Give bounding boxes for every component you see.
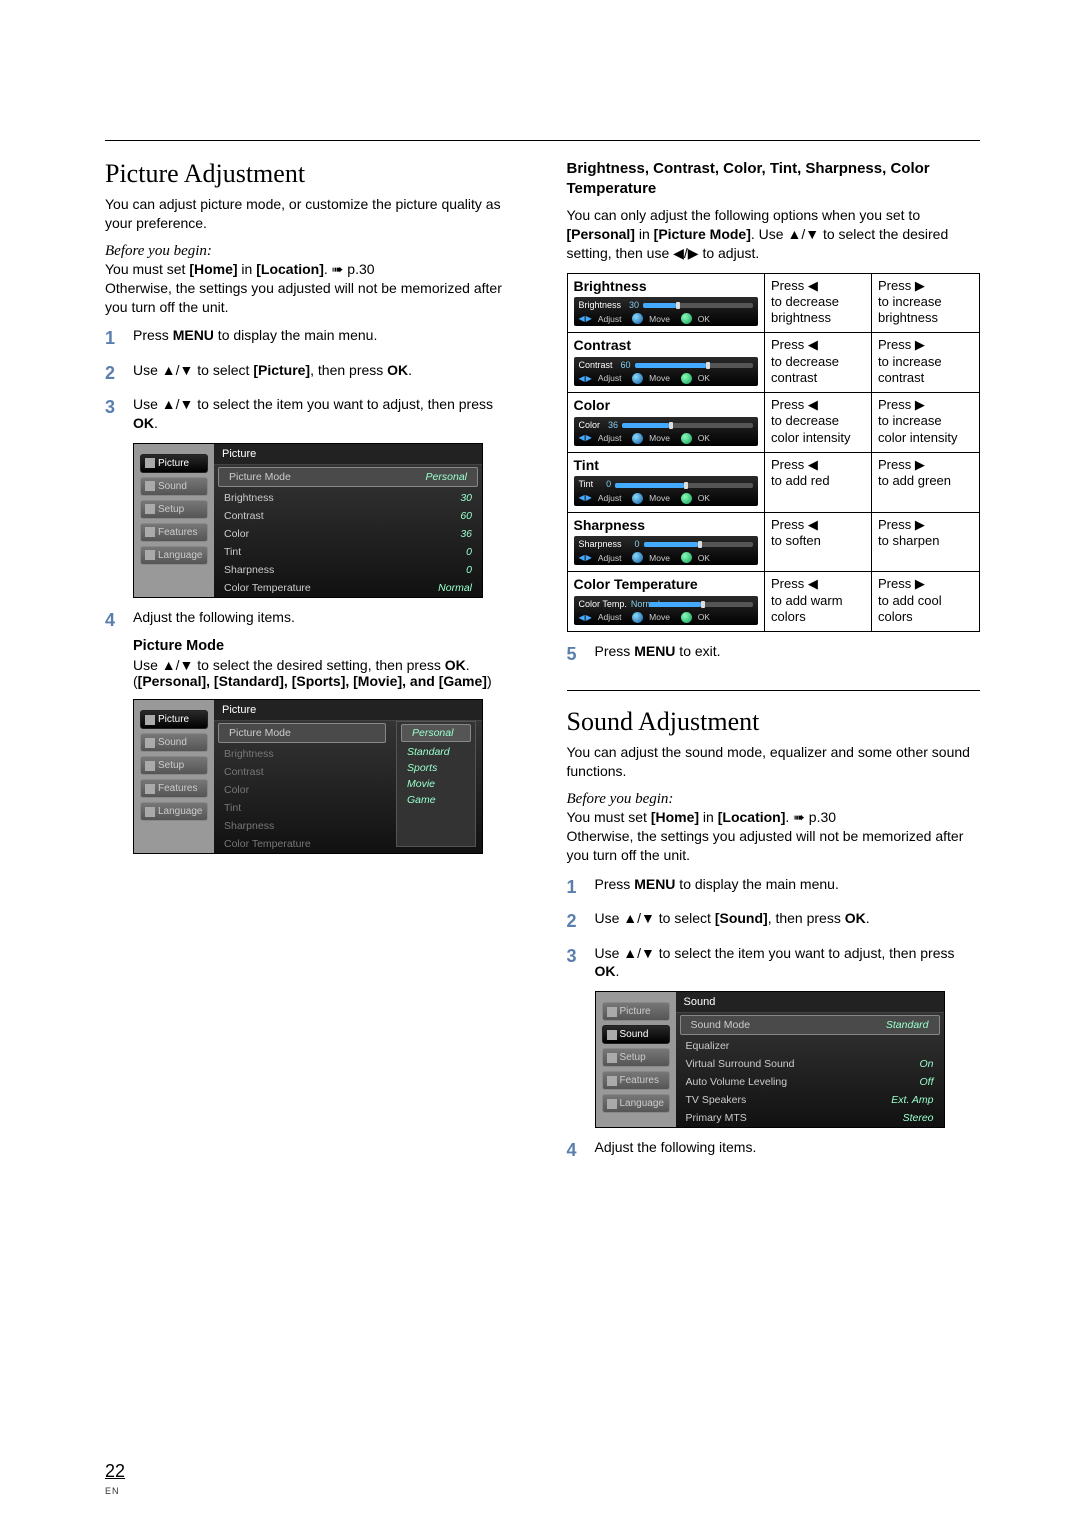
picture-intro: You can adjust picture mode, or customiz… [105,195,519,233]
table-row: Color TemperatureColor Temp.Normal Adjus… [568,572,980,631]
osd-row: Sound ModeStandard [680,1015,940,1035]
osd-tab: Features [140,523,208,542]
table-row: BrightnessBrightness30 Adjust Move OKPre… [568,274,980,334]
osd-row: Color [214,781,390,799]
osd-tab: Sound [602,1025,670,1044]
osd-tab: Picture [140,454,208,473]
osd-option: Game [397,792,475,808]
adjustment-heading: Brightness, Contrast, Color, Tint, Sharp… [567,159,981,198]
osd-row: Sharpness [214,817,390,835]
sound-step-3: 3 Use ▲/▼ to select the item you want to… [567,944,981,982]
osd-row: Brightness30 [214,489,482,507]
table-row: TintTint0 Adjust Move OKPress ◀ to add r… [568,453,980,513]
osd-tab: Language [140,802,208,821]
step-4: 4 Adjust the following items. [105,608,519,632]
picture-adjustment-title: Picture Adjustment [105,159,519,189]
osd-tab: Sound [140,477,208,496]
picture-mode-text: Use ▲/▼ to select the desired setting, t… [133,657,519,689]
osd-tab: Picture [602,1002,670,1021]
sound-intro: You can adjust the sound mode, equalizer… [567,743,981,781]
osd-row: Equalizer [676,1037,944,1055]
osd-option: Sports [397,760,475,776]
osd-row: Contrast60 [214,507,482,525]
osd-option: Movie [397,776,475,792]
sound-step-4: 4 Adjust the following items. [567,1138,981,1162]
osd-row: Color TemperatureNormal [214,579,482,597]
before-begin-label: Before you begin: [105,243,519,260]
sound-before-begin: Before you begin: [567,791,981,808]
sound-adjustment-title: Sound Adjustment [567,707,981,737]
osd-tab: Features [140,779,208,798]
osd-row: Sharpness0 [214,561,482,579]
osd-tab: Picture [140,710,208,729]
step-3: 3 Use ▲/▼ to select the item you want to… [105,395,519,433]
step-1: 1 Press MENU to display the main menu. [105,326,519,350]
osd-row: Tint [214,799,390,817]
osd-tab: Language [602,1094,670,1113]
osd-tab: Setup [140,500,208,519]
step-5: 5 Press MENU to exit. [567,642,981,666]
osd-tab: Language [140,546,208,565]
osd-tab: Setup [602,1048,670,1067]
osd-row: Virtual Surround SoundOn [676,1055,944,1073]
adjustment-table: BrightnessBrightness30 Adjust Move OKPre… [567,273,981,633]
osd-option: Personal [401,724,471,742]
table-row: ContrastContrast60 Adjust Move OKPress ◀… [568,333,980,393]
picture-osd: Picture Sound Setup Features Language Pictur… [133,443,483,598]
osd-row: Color36 [214,525,482,543]
osd-row: Tint0 [214,543,482,561]
osd-row: Color Temperature [214,835,390,853]
left-column: Picture Adjustment You can adjust pictur… [105,159,519,1163]
sound-step-2: 2 Use ▲/▼ to select [Sound], then press … [567,909,981,933]
picture-mode-heading: Picture Mode [133,638,519,654]
osd-tab: Sound [140,733,208,752]
picture-mode-osd: PictureSoundSetupFeaturesLanguage Pictur… [133,699,483,854]
begin-text: You must set [Home] in [Location]. ➠ p.3… [105,260,519,317]
osd-row: Brightness [214,745,390,763]
sound-osd: Picture Sound Setup Features Language Sound … [595,991,945,1128]
adjustment-intro: You can only adjust the following option… [567,206,981,263]
page-number: 22 EN [105,1461,125,1497]
osd-tab: Setup [140,756,208,775]
osd-option: Standard [397,744,475,760]
osd-row: Primary MTSStereo [676,1109,944,1127]
table-row: ColorColor36 Adjust Move OKPress ◀ to de… [568,393,980,453]
right-column: Brightness, Contrast, Color, Tint, Sharp… [567,159,981,1163]
osd-row: Auto Volume LevelingOff [676,1073,944,1091]
osd-row: Picture ModePersonal [218,467,478,487]
sound-step-1: 1 Press MENU to display the main menu. [567,875,981,899]
step-2: 2 Use ▲/▼ to select [Picture], then pres… [105,361,519,385]
osd-row: Contrast [214,763,390,781]
osd-row: TV SpeakersExt. Amp [676,1091,944,1109]
table-row: SharpnessSharpness0 Adjust Move OKPress … [568,513,980,573]
osd-tab: Features [602,1071,670,1090]
